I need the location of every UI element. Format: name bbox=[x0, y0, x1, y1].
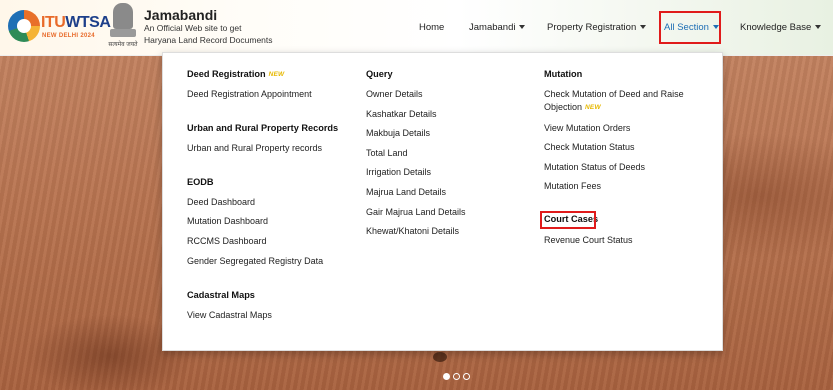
chevron-down-icon bbox=[640, 25, 647, 30]
heading-eodb: EODB bbox=[187, 177, 214, 187]
link-makbuja-details[interactable]: Makbuja Details bbox=[366, 127, 430, 140]
carousel-indicators bbox=[443, 373, 470, 381]
site-title[interactable]: Jamabandi bbox=[144, 7, 217, 23]
all-section-dropdown: Deed Registration NEW Deed Registration A… bbox=[162, 52, 723, 351]
link-check-mutation-status[interactable]: Check Mutation Status bbox=[544, 141, 635, 154]
link-line: Objection NEW bbox=[544, 102, 601, 112]
heading-cadastral-maps: Cadastral Maps bbox=[187, 290, 255, 300]
link-gender-segregated-registry-data[interactable]: Gender Segregated Registry Data bbox=[187, 255, 323, 268]
chevron-down-icon bbox=[815, 25, 822, 30]
link-view-mutation-orders[interactable]: View Mutation Orders bbox=[544, 122, 630, 135]
heading-mutation: Mutation bbox=[544, 69, 583, 79]
link-deed-registration-appointment[interactable]: Deed Registration Appointment bbox=[187, 88, 312, 101]
link-deed-dashboard[interactable]: Deed Dashboard bbox=[187, 196, 255, 209]
link-irrigation-details[interactable]: Irrigation Details bbox=[366, 166, 431, 179]
site-subtitle-line2: Haryana Land Record Documents bbox=[144, 35, 273, 45]
nav-home[interactable]: Home bbox=[419, 22, 444, 33]
national-emblem: सत्यमेव जयते bbox=[106, 3, 140, 51]
link-mutation-dashboard[interactable]: Mutation Dashboard bbox=[187, 215, 268, 228]
highlight-box-court-cases bbox=[540, 211, 596, 229]
highlight-box-all-section bbox=[659, 11, 721, 44]
new-badge: NEW bbox=[585, 104, 601, 111]
hero-image-detail bbox=[433, 352, 447, 362]
site-subtitle-line1: An Official Web site to get bbox=[144, 23, 242, 33]
link-urban-rural-property-records[interactable]: Urban and Rural Property records bbox=[187, 142, 322, 155]
link-rccms-dashboard[interactable]: RCCMS Dashboard bbox=[187, 235, 267, 248]
carousel-dot[interactable] bbox=[453, 373, 460, 380]
heading-deed-registration: Deed Registration NEW bbox=[187, 69, 285, 79]
logo-emblem-icon bbox=[8, 10, 40, 42]
emblem-base bbox=[110, 29, 136, 37]
link-khewat-khatoni-details[interactable]: Khewat/Khatoni Details bbox=[366, 225, 459, 238]
nav-knowledge-base[interactable]: Knowledge Base bbox=[740, 22, 822, 33]
link-revenue-court-status[interactable]: Revenue Court Status bbox=[544, 234, 633, 247]
nav-property-registration[interactable]: Property Registration bbox=[547, 22, 647, 33]
link-majrua-land-details[interactable]: Majrua Land Details bbox=[366, 186, 446, 199]
heading-query: Query bbox=[366, 69, 393, 79]
logo-subtext: NEW DELHI 2024 bbox=[42, 33, 95, 39]
new-badge: NEW bbox=[268, 71, 285, 78]
logo-text: ITUWTSA bbox=[41, 14, 111, 31]
link-view-cadastral-maps[interactable]: View Cadastral Maps bbox=[187, 309, 272, 322]
link-total-land[interactable]: Total Land bbox=[366, 147, 408, 160]
link-check-mutation-raise-objection[interactable]: Check Mutation of Deed and Raise Objecti… bbox=[544, 88, 684, 114]
nav-jamabandi[interactable]: Jamabandi bbox=[469, 22, 526, 33]
link-line: Check Mutation of Deed and Raise bbox=[544, 89, 684, 99]
heading-urban-rural-property-records: Urban and Rural Property Records bbox=[187, 123, 339, 133]
carousel-dot[interactable] bbox=[443, 373, 450, 380]
emblem-caption: सत्यमेव जयते bbox=[108, 42, 138, 48]
link-mutation-status-of-deeds[interactable]: Mutation Status of Deeds bbox=[544, 161, 645, 174]
link-gair-majrua-land-details[interactable]: Gair Majrua Land Details bbox=[366, 206, 466, 219]
itu-wtsa-logo[interactable]: ITUWTSA NEW DELHI 2024 bbox=[8, 10, 111, 44]
lion-capital-icon bbox=[113, 3, 133, 29]
link-kashatkar-details[interactable]: Kashatkar Details bbox=[366, 108, 437, 121]
link-mutation-fees[interactable]: Mutation Fees bbox=[544, 180, 601, 193]
link-owner-details[interactable]: Owner Details bbox=[366, 88, 423, 101]
carousel-dot[interactable] bbox=[463, 373, 470, 380]
chevron-down-icon bbox=[519, 25, 526, 30]
